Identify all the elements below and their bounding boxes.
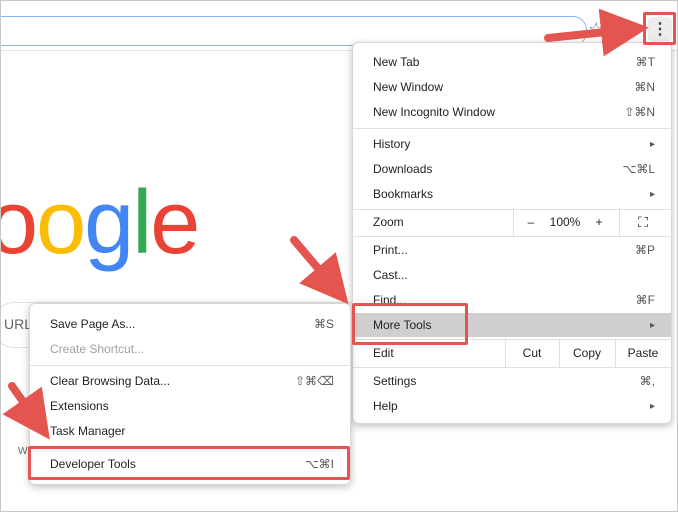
annotation-arrows <box>2 8 649 440</box>
arrow-to-developer-tools <box>2 382 50 440</box>
arrow-to-menu-button <box>544 8 649 57</box>
arrow-to-more-tools <box>290 236 349 305</box>
